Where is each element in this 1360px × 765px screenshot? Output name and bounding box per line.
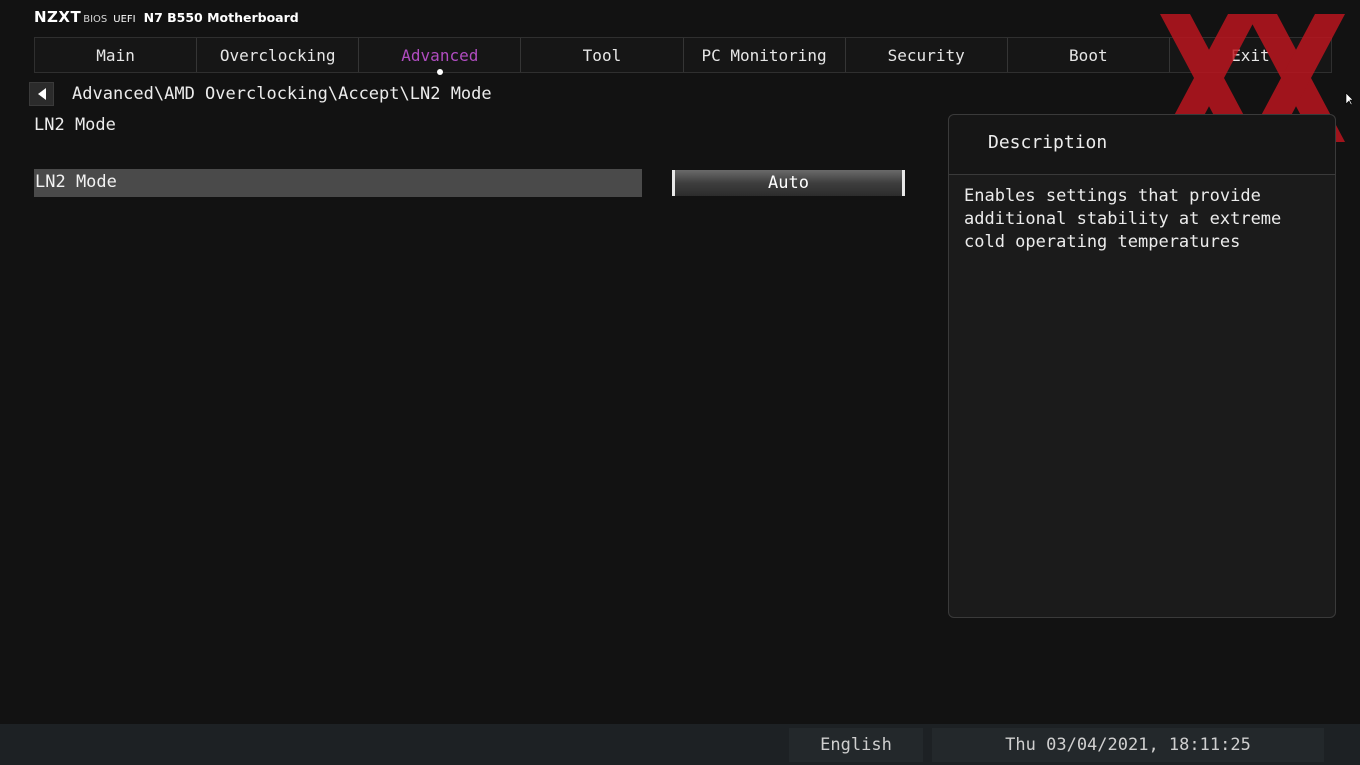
- language-selector[interactable]: English: [789, 728, 923, 762]
- date-time-display: Thu 03/04/2021, 18:11:25: [932, 728, 1324, 762]
- tab-advanced[interactable]: Advanced: [359, 38, 522, 75]
- board-name: N7 B550 Motherboard: [143, 10, 299, 25]
- tab-exit[interactable]: Exit: [1169, 38, 1331, 72]
- description-panel: Description Enables settings that provid…: [948, 114, 1336, 618]
- tab-pc-monitoring[interactable]: PC Monitoring: [683, 38, 846, 72]
- page-title: LN2 Mode: [34, 115, 116, 135]
- tab-tool[interactable]: Tool: [521, 38, 684, 72]
- bios-label: BIOS: [83, 14, 108, 25]
- tab-security[interactable]: Security: [845, 38, 1008, 72]
- mouse-cursor-icon: [1345, 92, 1354, 106]
- back-button[interactable]: [29, 82, 54, 106]
- main-tab-bar: Main Overclocking Advanced Tool PC Monit…: [34, 37, 1332, 75]
- back-arrow-icon: [37, 88, 46, 100]
- breadcrumb: Advanced\AMD Overclocking\Accept\LN2 Mod…: [72, 84, 492, 104]
- description-title: Description: [949, 115, 1335, 175]
- setting-label: LN2 Mode: [35, 172, 117, 192]
- tab-overclocking[interactable]: Overclocking: [197, 38, 360, 72]
- tab-boot[interactable]: Boot: [1007, 38, 1170, 72]
- uefi-label: UEFI: [113, 14, 136, 25]
- description-text: Enables settings that provide additional…: [964, 186, 1282, 252]
- tab-main[interactable]: Main: [35, 38, 198, 72]
- bios-screen: NZXT BIOS UEFI N7 B550 Motherboard Main …: [0, 0, 1360, 765]
- nzxt-logo: NZXT: [34, 8, 82, 26]
- setting-row-ln2-mode[interactable]: LN2 Mode: [34, 169, 642, 197]
- ln2-mode-value-dropdown[interactable]: Auto: [672, 170, 905, 196]
- brand-header: NZXT BIOS UEFI N7 B550 Motherboard: [34, 8, 299, 28]
